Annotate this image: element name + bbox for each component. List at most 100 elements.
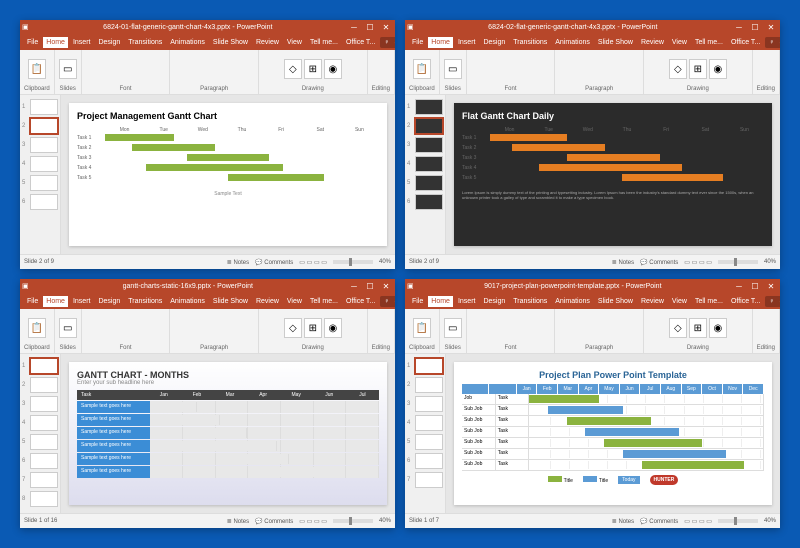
menu-view[interactable]: View <box>284 296 305 307</box>
menu-insert[interactable]: Insert <box>70 296 94 307</box>
thumbnail[interactable]: 2 <box>22 377 58 393</box>
share-button[interactable]: ♀ Share <box>765 296 780 307</box>
thumbnail[interactable]: 2 <box>407 377 443 393</box>
comments-button[interactable]: 💬 Comments <box>640 259 678 266</box>
menu-design[interactable]: Design <box>95 296 123 307</box>
thumbnail[interactable]: 1 <box>407 99 443 115</box>
menu-tellme[interactable]: Tell me... <box>692 296 726 307</box>
paste-icon[interactable]: 📋 <box>413 59 431 79</box>
arrange-icon[interactable]: ⊞ <box>304 318 322 338</box>
thumbnail[interactable]: 8 <box>22 491 58 507</box>
thumbnail[interactable]: 2 <box>407 118 443 134</box>
menu-home[interactable]: Home <box>428 37 453 48</box>
shapes-icon[interactable]: ◇ <box>284 318 302 338</box>
thumbnail[interactable]: 7 <box>22 472 58 488</box>
minimize-button[interactable]: ─ <box>347 21 361 33</box>
notes-button[interactable]: ≣ Notes <box>612 259 634 266</box>
quickstyle-icon[interactable]: ◉ <box>324 59 342 79</box>
view-icons[interactable]: ▭ ▭ ▭ ▭ <box>684 518 712 525</box>
close-button[interactable]: ✕ <box>379 280 393 292</box>
zoom-slider[interactable] <box>718 260 758 264</box>
menu-slideshow[interactable]: Slide Show <box>210 37 251 48</box>
quickstyle-icon[interactable]: ◉ <box>324 318 342 338</box>
slide-canvas[interactable]: GANTT CHART - MONTHS Enter your sub head… <box>69 362 387 505</box>
menu-transitions[interactable]: Transitions <box>125 296 165 307</box>
paste-icon[interactable]: 📋 <box>413 318 431 338</box>
menu-transitions[interactable]: Transitions <box>510 296 550 307</box>
arrange-icon[interactable]: ⊞ <box>689 318 707 338</box>
menu-office[interactable]: Office T... <box>728 296 763 307</box>
menu-home[interactable]: Home <box>43 296 68 307</box>
menu-tellme[interactable]: Tell me... <box>307 296 341 307</box>
thumbnail[interactable]: 6 <box>407 194 443 210</box>
close-button[interactable]: ✕ <box>764 280 778 292</box>
share-button[interactable]: ♀ Share <box>765 37 780 48</box>
menu-file[interactable]: File <box>24 296 41 307</box>
paste-icon[interactable]: 📋 <box>28 318 46 338</box>
menu-home[interactable]: Home <box>428 296 453 307</box>
minimize-button[interactable]: ─ <box>732 280 746 292</box>
newslide-icon[interactable]: ▭ <box>444 59 462 79</box>
menu-transitions[interactable]: Transitions <box>125 37 165 48</box>
menu-design[interactable]: Design <box>95 37 123 48</box>
view-icons[interactable]: ▭ ▭ ▭ ▭ <box>299 259 327 266</box>
maximize-button[interactable]: ☐ <box>748 21 762 33</box>
menu-animations[interactable]: Animations <box>552 296 593 307</box>
newslide-icon[interactable]: ▭ <box>59 318 77 338</box>
thumbnail[interactable]: 4 <box>407 415 443 431</box>
menu-office[interactable]: Office T... <box>728 37 763 48</box>
close-button[interactable]: ✕ <box>379 21 393 33</box>
shapes-icon[interactable]: ◇ <box>669 59 687 79</box>
paste-icon[interactable]: 📋 <box>28 59 46 79</box>
thumbnail[interactable]: 1 <box>407 358 443 374</box>
close-button[interactable]: ✕ <box>764 21 778 33</box>
thumbnail[interactable]: 5 <box>22 434 58 450</box>
menu-tellme[interactable]: Tell me... <box>307 37 341 48</box>
quickstyle-icon[interactable]: ◉ <box>709 318 727 338</box>
menu-view[interactable]: View <box>669 37 690 48</box>
thumbnail[interactable]: 3 <box>22 137 58 153</box>
menu-file[interactable]: File <box>409 296 426 307</box>
zoom-slider[interactable] <box>333 519 373 523</box>
share-button[interactable]: ♀ Share <box>380 296 395 307</box>
thumbnail[interactable]: 5 <box>407 434 443 450</box>
zoom-slider[interactable] <box>718 519 758 523</box>
thumbnail[interactable]: 3 <box>407 137 443 153</box>
menu-home[interactable]: Home <box>43 37 68 48</box>
maximize-button[interactable]: ☐ <box>748 280 762 292</box>
thumbnail[interactable]: 6 <box>22 194 58 210</box>
menu-review[interactable]: Review <box>253 296 282 307</box>
thumbnail[interactable]: 1 <box>22 358 58 374</box>
quickstyle-icon[interactable]: ◉ <box>709 59 727 79</box>
notes-button[interactable]: ≣ Notes <box>227 259 249 266</box>
titlebar[interactable]: ▣9017-project-plan-powerpoint-template.p… <box>405 279 780 293</box>
view-icons[interactable]: ▭ ▭ ▭ ▭ <box>684 259 712 266</box>
thumbnail[interactable]: 5 <box>22 175 58 191</box>
titlebar[interactable]: ▣6824-02-flat-generic-gantt-chart-4x3.pp… <box>405 20 780 34</box>
menu-review[interactable]: Review <box>253 37 282 48</box>
view-icons[interactable]: ▭ ▭ ▭ ▭ <box>299 518 327 525</box>
menu-animations[interactable]: Animations <box>552 37 593 48</box>
menu-office[interactable]: Office T... <box>343 37 378 48</box>
thumbnail[interactable]: 4 <box>22 156 58 172</box>
slide-canvas[interactable]: Flat Gantt Chart Daily MonTueWedThuFriSa… <box>454 103 772 246</box>
thumbnail[interactable]: 4 <box>22 415 58 431</box>
thumbnail[interactable]: 1 <box>22 99 58 115</box>
menu-animations[interactable]: Animations <box>167 37 208 48</box>
comments-button[interactable]: 💬 Comments <box>255 518 293 525</box>
thumbnail[interactable]: 6 <box>407 453 443 469</box>
thumbnail[interactable]: 3 <box>22 396 58 412</box>
menu-design[interactable]: Design <box>480 296 508 307</box>
menu-view[interactable]: View <box>284 37 305 48</box>
thumbnail[interactable]: 2 <box>22 118 58 134</box>
comments-button[interactable]: 💬 Comments <box>255 259 293 266</box>
menu-view[interactable]: View <box>669 296 690 307</box>
menu-slideshow[interactable]: Slide Show <box>595 37 636 48</box>
slide-canvas[interactable]: Project Management Gantt Chart MonTueWed… <box>69 103 387 246</box>
slide-canvas[interactable]: Project Plan Power Point Template JanFeb… <box>454 362 772 505</box>
thumbnail[interactable]: 5 <box>407 175 443 191</box>
menu-design[interactable]: Design <box>480 37 508 48</box>
zoom-slider[interactable] <box>333 260 373 264</box>
newslide-icon[interactable]: ▭ <box>444 318 462 338</box>
menu-review[interactable]: Review <box>638 296 667 307</box>
